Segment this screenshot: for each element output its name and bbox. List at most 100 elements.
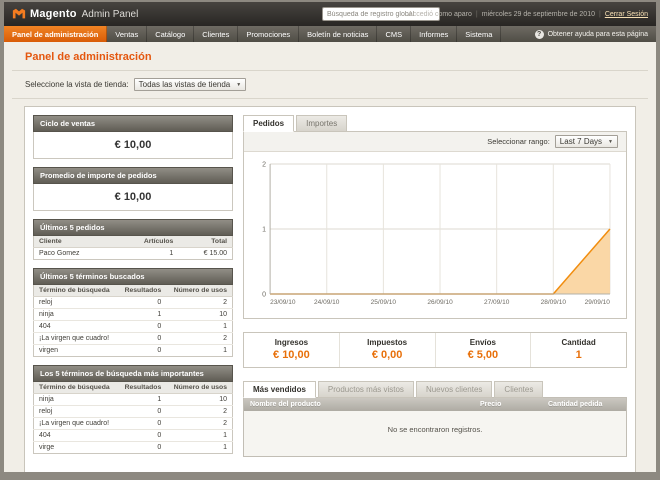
col-header-product: Nombre del producto (244, 398, 474, 411)
store-view-label: Seleccione la vista de tienda: (25, 80, 129, 89)
term-results: 1 (118, 394, 166, 406)
nav-item-clientes[interactable]: Clientes (194, 26, 238, 42)
search-term-row[interactable]: reloj 0 2 (34, 406, 233, 418)
nav-item-sistema[interactable]: Sistema (457, 26, 501, 42)
tab-nuevos-clientes[interactable]: Nuevos clientes (416, 381, 492, 398)
search-term-link[interactable]: virge (34, 442, 118, 454)
magento-logo: Magento Admin Panel (12, 7, 138, 21)
last-search-terms-box: Últimos 5 términos buscados Término de b… (33, 268, 233, 357)
search-term-row[interactable]: ¡La virgen que cuadro! 0 2 (34, 418, 233, 430)
search-term-link[interactable]: ninja (34, 309, 118, 321)
stat-label: Envíos (436, 338, 531, 347)
term-uses: 10 (166, 309, 232, 321)
search-term-row[interactable]: 404 0 1 (34, 321, 233, 333)
nav-item-informes[interactable]: Informes (411, 26, 457, 42)
lifetime-sales-box: Ciclo de ventas € 10,00 (33, 115, 233, 159)
screen: Magento Admin Panel Accedió como aparo |… (0, 0, 660, 480)
stat-label: Ingresos (244, 338, 339, 347)
svg-text:2: 2 (262, 162, 266, 169)
col-header: Artículos (115, 236, 178, 248)
tab-productos-mas-vistos[interactable]: Productos más vistos (318, 381, 414, 398)
term-results: 0 (118, 406, 166, 418)
search-term-link[interactable]: ¡La virgen que cuadro! (34, 333, 118, 345)
order-items: 1 (115, 248, 178, 260)
help-label: Obtener ayuda para esta página (548, 31, 648, 38)
search-term-link[interactable]: reloj (34, 297, 118, 309)
search-term-link[interactable]: reloj (34, 406, 118, 418)
term-uses: 2 (166, 406, 232, 418)
chevron-down-icon: ▼ (236, 82, 241, 88)
term-results: 0 (118, 321, 166, 333)
order-row[interactable]: Paco Gomez 1 € 15.00 (34, 248, 233, 260)
search-term-row[interactable]: virgen 0 1 (34, 345, 233, 357)
tab-importes[interactable]: Importes (296, 115, 347, 132)
search-term-row[interactable]: ninja 1 10 (34, 309, 233, 321)
term-results: 0 (118, 345, 166, 357)
search-term-link[interactable]: ¡La virgen que cuadro! (34, 418, 118, 430)
term-uses: 1 (166, 345, 232, 357)
logged-in-text: Accedió como aparo (408, 11, 472, 18)
svg-text:0: 0 (262, 292, 266, 299)
tab-pedidos[interactable]: Pedidos (243, 115, 294, 132)
last-orders-table: Cliente Artículos Total Paco Gomez 1 € 1… (33, 236, 233, 260)
col-header: Número de usos (166, 382, 232, 394)
search-term-link[interactable]: 404 (34, 430, 118, 442)
col-header: Término de búsqueda (34, 285, 118, 297)
stat-label: Cantidad (531, 338, 626, 347)
average-orders-value: € 10,00 (33, 184, 233, 211)
search-term-row[interactable]: ninja 1 10 (34, 394, 233, 406)
search-term-row[interactable]: virge 0 1 (34, 442, 233, 454)
dashboard-content: Ciclo de ventas € 10,00 Promedio de impo… (24, 106, 636, 472)
search-term-link[interactable]: 404 (34, 321, 118, 333)
term-results: 0 (118, 430, 166, 442)
search-term-row[interactable]: ¡La virgen que cuadro! 0 2 (34, 333, 233, 345)
last-orders-box: Últimos 5 pedidos Cliente Artículos Tota… (33, 219, 233, 260)
separator: | (476, 11, 478, 18)
help-link[interactable]: ? Obtener ayuda para esta página (527, 26, 656, 42)
stat-envios: Envíos € 5,00 (435, 333, 531, 367)
search-term-row[interactable]: reloj 0 2 (34, 297, 233, 309)
col-header: Resultados (118, 285, 166, 297)
main-nav: Panel de administración Ventas Catálogo … (4, 26, 656, 42)
svg-text:24/09/10: 24/09/10 (314, 299, 340, 306)
store-view-select[interactable]: Todas las vistas de tienda ▼ (134, 78, 247, 91)
term-uses: 2 (166, 333, 232, 345)
nav-item-promociones[interactable]: Promociones (238, 26, 299, 42)
term-results: 1 (118, 309, 166, 321)
bestsellers-grid: Nombre del producto Precio Cantidad pedi… (243, 397, 627, 457)
logout-link[interactable]: Cerrar Sesión (605, 11, 648, 18)
order-customer[interactable]: Paco Gomez (34, 248, 116, 260)
svg-text:1: 1 (262, 227, 266, 234)
col-header: Cliente (34, 236, 116, 248)
stat-value: 1 (531, 349, 626, 361)
dashboard-left-column: Ciclo de ventas € 10,00 Promedio de impo… (33, 115, 233, 464)
average-orders-box: Promedio de importe de pedidos € 10,00 (33, 167, 233, 211)
admin-page: Magento Admin Panel Accedió como aparo |… (4, 2, 656, 472)
search-term-row[interactable]: 404 0 1 (34, 430, 233, 442)
col-header-qty: Cantidad pedida (542, 398, 626, 411)
search-term-link[interactable]: ninja (34, 394, 118, 406)
nav-item-catalogo[interactable]: Catálogo (147, 26, 194, 42)
term-uses: 1 (166, 321, 232, 333)
nav-item-ventas[interactable]: Ventas (107, 26, 147, 42)
search-term-link[interactable]: virgen (34, 345, 118, 357)
term-results: 0 (118, 297, 166, 309)
range-value: Last 7 Days (560, 137, 602, 146)
nav-item-cms[interactable]: CMS (377, 26, 411, 42)
last-search-terms-table: Término de búsqueda Resultados Número de… (33, 285, 233, 357)
term-uses: 1 (166, 442, 232, 454)
nav-item-boletin[interactable]: Boletín de noticias (299, 26, 377, 42)
grid-header-row: Nombre del producto Precio Cantidad pedi… (244, 398, 626, 411)
divider (12, 70, 648, 71)
tab-clientes[interactable]: Clientes (494, 381, 543, 398)
svg-text:26/09/10: 26/09/10 (427, 299, 453, 306)
logo-text: Magento (30, 8, 77, 20)
product-tabs: Más vendidos Productos más vistos Nuevos… (243, 381, 627, 398)
term-uses: 2 (166, 297, 232, 309)
page-title: Panel de administración (4, 42, 656, 70)
range-select[interactable]: Last 7 Days ▼ (555, 135, 618, 148)
nav-item-dashboard[interactable]: Panel de administración (4, 26, 107, 42)
tab-mas-vendidos[interactable]: Más vendidos (243, 381, 316, 398)
logo-subtitle: Admin Panel (82, 9, 139, 20)
average-orders-header: Promedio de importe de pedidos (33, 167, 233, 184)
